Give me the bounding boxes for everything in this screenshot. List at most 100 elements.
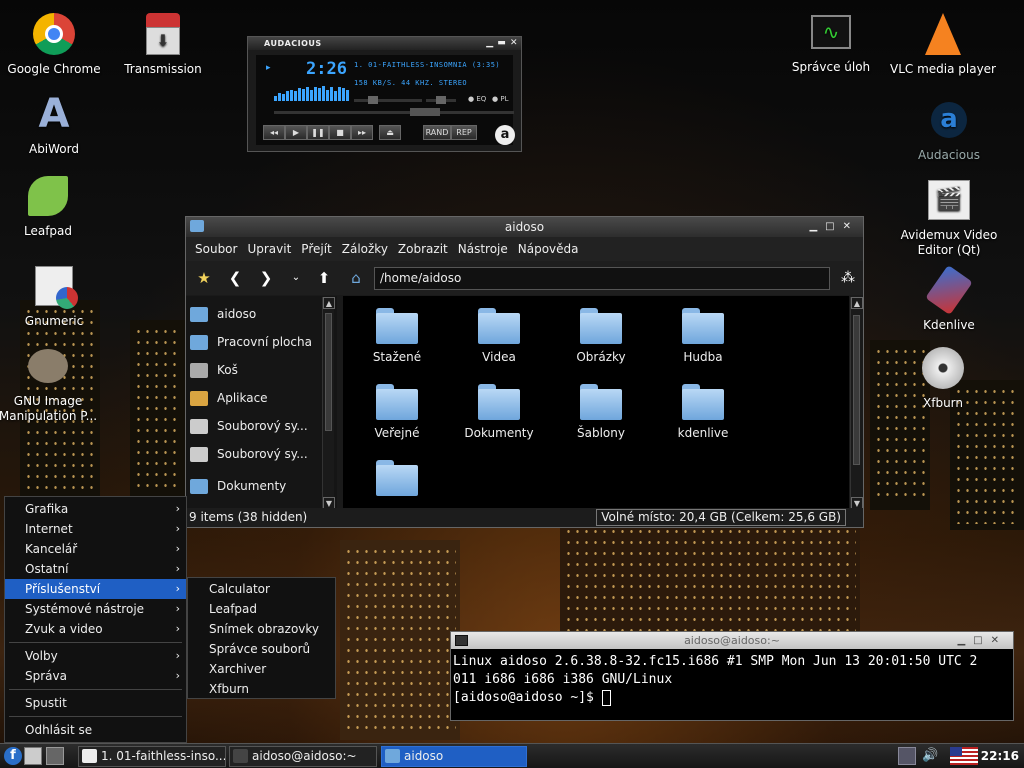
sidebar-item[interactable]: Koš — [186, 356, 337, 384]
desktop-icon-transmission[interactable]: ⬇ Transmission — [109, 10, 217, 77]
folder-item[interactable]: Obrázky — [550, 308, 652, 364]
pause-button[interactable]: ❚❚ — [307, 125, 329, 140]
menu-2[interactable]: Přejít — [296, 242, 336, 256]
terminal-output[interactable]: Linux aidoso 2.6.38.8-32.fc15.i686 #1 SM… — [451, 649, 1013, 711]
up-icon[interactable]: ⬆ — [312, 268, 336, 288]
sidebar-item[interactable]: Dokumenty — [186, 472, 337, 500]
menu-item[interactable]: Internet › — [5, 519, 186, 539]
desktop-icon-xfburn[interactable]: Xfburn — [889, 344, 997, 411]
network-icon[interactable] — [898, 747, 916, 765]
taskbar-button[interactable]: 1. 01-faithless-inso... — [78, 746, 226, 767]
menu-3[interactable]: Záložky — [337, 242, 393, 256]
clock[interactable]: 22:16 — [981, 744, 1019, 768]
main-scrollbar[interactable]: ▲ ▼ — [850, 297, 863, 509]
view-options-icon[interactable]: ⁂ — [836, 268, 860, 288]
desktop-icon-gnumeric[interactable]: Gnumeric — [0, 262, 108, 329]
submenu-item[interactable]: Leafpad — [188, 599, 335, 619]
maximize-icon[interactable]: □ — [825, 221, 842, 232]
pl-toggle[interactable]: ● PL — [492, 95, 508, 103]
audacious-logo-icon[interactable]: a — [495, 125, 515, 145]
maximize-icon[interactable]: □ — [973, 635, 990, 646]
desktop-icon-audacious[interactable]: a Audacious — [895, 96, 1003, 163]
stop-button[interactable]: ■ — [329, 125, 351, 140]
run-menu-item[interactable]: Spustit — [5, 693, 186, 713]
close-icon[interactable]: ✕ — [991, 635, 1007, 646]
sidebar-item[interactable]: Pracovní plocha — [186, 328, 337, 356]
menu-4[interactable]: Zobrazit — [393, 242, 453, 256]
file-manager-launcher-icon[interactable] — [24, 747, 42, 765]
menu-1[interactable]: Upravit — [242, 242, 296, 256]
fedora-menu-icon[interactable]: f — [4, 747, 22, 765]
eject-button[interactable]: ⏏ — [379, 125, 401, 140]
desktop-icon-gimp[interactable]: GNU Image Manipulation P... — [0, 342, 102, 424]
menu-5[interactable]: Nástroje — [453, 242, 513, 256]
desktop-icon-kdenlive[interactable]: Kdenlive — [895, 265, 1003, 333]
close-icon[interactable]: ✕ — [843, 221, 859, 232]
scroll-thumb[interactable] — [325, 313, 332, 431]
shuffle-button[interactable]: RAND — [423, 125, 451, 140]
menu-item[interactable]: Příslušenství › — [5, 579, 186, 599]
home-icon[interactable]: ⌂ — [344, 268, 368, 288]
eq-toggle[interactable]: ● EQ — [468, 95, 486, 103]
logout-menu-item[interactable]: Odhlásit se — [5, 720, 186, 740]
taskbar-button[interactable]: aidoso@aidoso:~ — [229, 746, 377, 767]
keyboard-layout-flag-icon[interactable] — [950, 747, 978, 765]
folder-item[interactable]: Dokumenty — [448, 384, 550, 440]
minimize-icon[interactable]: ▁ — [957, 635, 973, 646]
shade-icon[interactable]: ▬ — [497, 38, 506, 48]
desktop-icon-chrome[interactable]: Google Chrome — [0, 10, 108, 77]
forward-icon[interactable]: ❯ — [254, 268, 278, 288]
desktop-icon-leafpad[interactable]: Leafpad — [0, 172, 102, 239]
taskbar-button[interactable]: aidoso — [381, 746, 527, 767]
sidebar-item[interactable]: aidoso — [186, 300, 337, 328]
sidebar-item[interactable]: Souborový sy... — [186, 412, 337, 440]
folder-item[interactable]: Videa — [448, 308, 550, 364]
history-dropdown-icon[interactable]: ⌄ — [284, 268, 308, 288]
desktop-icon-task-manager[interactable]: ∿ Správce úloh — [777, 8, 885, 75]
menu-item[interactable]: Systémové nástroje › — [5, 599, 186, 619]
desktop-icon-vlc[interactable]: VLC media player — [889, 10, 997, 77]
menu-item[interactable]: Grafika › — [5, 499, 186, 519]
submenu-item[interactable]: Xarchiver — [188, 659, 335, 679]
volume-icon[interactable]: 🔊 — [922, 747, 940, 765]
previous-button[interactable]: ◂◂ — [263, 125, 285, 140]
scroll-up-icon[interactable]: ▲ — [851, 297, 863, 309]
sidebar-item[interactable]: Aplikace — [186, 384, 337, 412]
submenu-item[interactable]: Snímek obrazovky — [188, 619, 335, 639]
scroll-up-icon[interactable]: ▲ — [323, 297, 335, 309]
scroll-thumb[interactable] — [853, 315, 860, 465]
minimize-icon[interactable]: ▁ — [809, 221, 825, 232]
terminal-window[interactable]: aidoso@aidoso:~ ▁□✕ Linux aidoso 2.6.38.… — [450, 631, 1014, 721]
menu-item[interactable]: Zvuk a video › — [5, 619, 186, 639]
folder-item[interactable]: Hudba — [652, 308, 754, 364]
folder-item[interactable]: Šablony — [550, 384, 652, 440]
menu-item[interactable]: Volby › — [5, 646, 186, 666]
location-field[interactable]: /home/aidoso — [374, 267, 830, 290]
volume-slider[interactable] — [354, 96, 422, 104]
submenu-item[interactable]: Xfburn — [188, 679, 335, 699]
menu-6[interactable]: Nápověda — [513, 242, 584, 256]
seek-bar[interactable] — [274, 108, 514, 116]
repeat-button[interactable]: REP — [451, 125, 477, 140]
terminal-titlebar[interactable]: aidoso@aidoso:~ ▁□✕ — [451, 632, 1013, 649]
show-desktop-icon[interactable] — [46, 747, 64, 765]
folder-item[interactable]: kdenlive — [652, 384, 754, 440]
menu-item[interactable]: Kancelář › — [5, 539, 186, 559]
sidebar-scrollbar[interactable]: ▲ ▼ — [322, 297, 335, 509]
sidebar-item[interactable]: Souborový sy... — [186, 440, 337, 468]
menu-item[interactable]: Ostatní › — [5, 559, 186, 579]
back-icon[interactable]: ❮ — [223, 268, 247, 288]
bookmark-icon[interactable]: ★ — [192, 268, 216, 288]
desktop-icon-avidemux[interactable]: 🎬 Avidemux Video Editor (Qt) — [895, 176, 1003, 258]
folder-item[interactable]: Veřejné — [346, 384, 448, 440]
submenu-item[interactable]: Calculator — [188, 579, 335, 599]
menu-item[interactable]: Správa › — [5, 666, 186, 686]
audacious-titlebar[interactable]: AUDACIOUS ▁ ▬ ✕ — [248, 37, 521, 50]
desktop-icon-abiword[interactable]: A AbiWord — [0, 90, 108, 157]
folder-item[interactable]: Stažené — [346, 308, 448, 364]
menu-0[interactable]: Soubor — [190, 242, 242, 256]
close-icon[interactable]: ✕ — [510, 38, 518, 48]
folder-item[interactable] — [346, 460, 448, 502]
file-manager-titlebar[interactable]: aidoso ▁□✕ — [186, 217, 863, 237]
minimize-icon[interactable]: ▁ — [486, 38, 493, 48]
